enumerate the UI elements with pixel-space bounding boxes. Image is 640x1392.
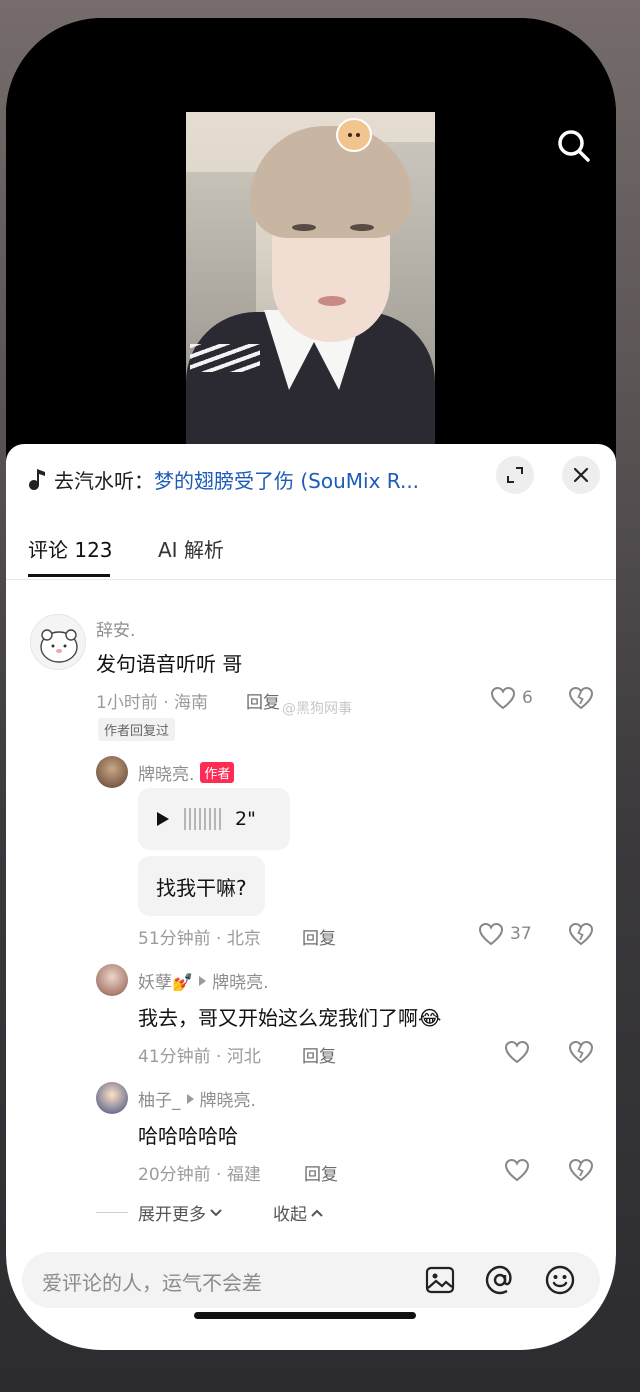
heart-icon <box>504 1158 530 1182</box>
video-area[interactable] <box>6 18 616 458</box>
reply-username[interactable]: 柚子_ 牌晓亮. <box>138 1086 256 1111</box>
waveform-icon <box>184 808 221 830</box>
reply-text: 我去，哥又开始这么宠我们了啊😂 <box>138 1006 442 1030</box>
reply-button[interactable]: 回复 <box>246 688 280 713</box>
image-icon[interactable] <box>422 1262 458 1298</box>
like-count: 6 <box>522 688 533 708</box>
watermark: @黑狗网事 <box>282 701 352 717</box>
dislike-button[interactable] <box>568 922 594 950</box>
reply-button[interactable]: 回复 <box>302 924 336 949</box>
reply-to-arrow-icon <box>186 1093 194 1104</box>
avatar[interactable] <box>96 964 128 996</box>
bear-sticker-icon <box>336 118 372 152</box>
music-link[interactable]: 去汽水听： 梦的翅膀受了伤 (SouMix R... <box>28 464 478 494</box>
reply-meta: 20分钟前 · 福建 <box>138 1165 261 1185</box>
broken-heart-icon <box>568 1158 594 1182</box>
reply-button[interactable]: 回复 <box>302 1042 336 1067</box>
broken-heart-icon <box>568 686 594 710</box>
reply-meta: 41分钟前 · 河北 <box>138 1047 261 1067</box>
music-note-icon <box>28 464 54 494</box>
music-title[interactable]: 梦的翅膀受了伤 (SouMix R... <box>154 465 419 494</box>
reply-text-bubble: 找我干嘛? <box>138 856 265 916</box>
video-thumbnail[interactable] <box>186 112 435 452</box>
comment-text: 发句语音听听 哥 <box>96 652 243 676</box>
reply-username[interactable]: 牌晓亮. 作者 <box>138 760 235 785</box>
comments-panel: 去汽水听： 梦的翅膀受了伤 (SouMix R... 评论 123 AI 解析 … <box>6 444 616 1350</box>
phone-screen: 去汽水听： 梦的翅膀受了伤 (SouMix R... 评论 123 AI 解析 … <box>6 18 616 1350</box>
close-icon <box>573 467 589 483</box>
chevron-up-icon <box>311 1209 323 1217</box>
comment-meta: 1小时前 · 海南 <box>96 693 209 713</box>
voice-duration: 2" <box>235 808 256 830</box>
voice-message[interactable]: 2" <box>138 788 290 850</box>
comment-input[interactable]: 爱评论的人，运气不会差 <box>22 1252 600 1308</box>
collapse-button[interactable]: 收起 <box>273 1200 324 1225</box>
heart-icon <box>478 922 504 946</box>
thread-controls: 展开更多 收起 <box>96 1200 324 1225</box>
expand-more-button[interactable]: 展开更多 <box>138 1200 223 1225</box>
reply-text: 哈哈哈哈哈 <box>138 1124 238 1148</box>
reply-button[interactable]: 回复 <box>304 1160 338 1185</box>
mention-icon[interactable] <box>482 1262 518 1298</box>
emoji-icon[interactable] <box>542 1262 578 1298</box>
broken-heart-icon <box>568 922 594 946</box>
fullscreen-button[interactable] <box>496 456 534 494</box>
play-icon <box>157 812 169 826</box>
avatar[interactable] <box>96 756 128 788</box>
home-indicator[interactable] <box>194 1312 416 1319</box>
broken-heart-icon <box>568 1040 594 1064</box>
like-button[interactable] <box>504 1158 530 1182</box>
reply-meta: 51分钟前 · 北京 <box>138 929 261 949</box>
avatar[interactable] <box>96 1082 128 1114</box>
dislike-button[interactable] <box>568 1158 594 1186</box>
avatar[interactable] <box>30 614 86 670</box>
like-count: 37 <box>510 924 532 944</box>
dislike-button[interactable] <box>568 686 594 714</box>
author-tag: 作者 <box>200 762 235 783</box>
heart-icon <box>504 1040 530 1064</box>
tab-ai-analysis[interactable]: AI 解析 <box>158 534 224 563</box>
search-icon[interactable] <box>554 126 594 166</box>
dislike-button[interactable] <box>568 1040 594 1068</box>
like-button[interactable]: 6 <box>490 686 533 710</box>
expand-icon <box>507 467 523 483</box>
music-prefix: 去汽水听： <box>54 468 154 493</box>
comment-input-placeholder: 爱评论的人，运气不会差 <box>42 1271 262 1295</box>
like-button[interactable] <box>504 1040 530 1064</box>
author-replied-badge: 作者回复过 <box>98 718 176 741</box>
close-button[interactable] <box>562 456 600 494</box>
active-tab-indicator <box>28 574 110 577</box>
tab-comments[interactable]: 评论 123 <box>28 534 113 563</box>
heart-icon <box>490 686 516 710</box>
tab-bar: 评论 123 AI 解析 <box>6 524 616 580</box>
reply-username[interactable]: 妖孽💅 牌晓亮. <box>138 968 269 993</box>
like-button[interactable]: 37 <box>478 922 532 946</box>
chevron-down-icon <box>210 1208 222 1216</box>
reply-to-arrow-icon <box>199 975 207 986</box>
comment-username[interactable]: 辞安. <box>96 616 135 641</box>
